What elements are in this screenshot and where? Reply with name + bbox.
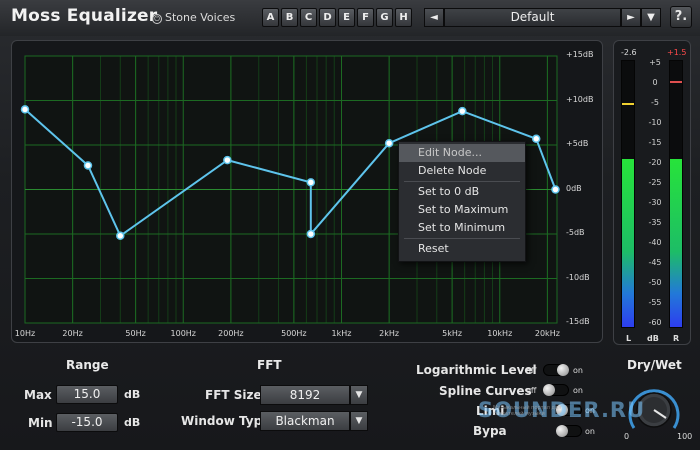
fft-size-label: FFT Size [205,388,262,402]
fft-title: FFT [257,358,282,372]
chevron-down-icon[interactable]: ▼ [350,411,368,431]
range-min-label: Min [28,416,53,430]
meter-scale-label: -10 [648,118,662,127]
freq-label: 2kHz [379,329,400,338]
freq-label: 100Hz [170,329,196,338]
right-peak-marker [670,81,682,83]
left-peak-marker [622,103,634,105]
menu-set-0db[interactable]: Set to 0 dB [399,183,525,201]
left-level-meter [621,60,635,328]
meter-scale-label: -40 [648,238,662,247]
eq-node[interactable] [306,178,316,187]
spline-curves-label: Spline Curves [439,384,532,398]
window-type-value[interactable]: Blackman [260,411,350,431]
meter-scale-label: -45 [648,258,662,267]
freq-label: 10Hz [14,329,36,338]
bypass-on-label: on [585,427,595,436]
db-label: -10dB [566,272,590,282]
freq-label: 5kHz [442,329,463,338]
eq-node[interactable] [458,106,467,116]
meter-scale-label: -60 [648,318,662,327]
toggle-knob [543,384,555,396]
db-label: -15dB [566,317,590,326]
meter-scale-label: +5 [649,58,661,67]
meter-scale-label: -30 [648,198,662,207]
fft-size-select[interactable]: 8192 ▼ [260,385,368,405]
menu-reset[interactable]: Reset [399,240,525,258]
drywet-title: Dry/Wet [627,358,682,372]
node-context-menu: Edit Node... Delete Node Set to 0 dB Set… [398,141,526,262]
spline-on-label: on [573,386,583,395]
drywet-min-label: 0 [624,432,630,441]
meter-right-label: R [673,334,680,343]
menu-edit-node[interactable]: Edit Node... [399,144,525,162]
db-label: -5dB [566,228,585,237]
moss-equalizer-window: Moss Equalizer ⏻ Stone Voices A B C D E F… [0,0,700,450]
eq-node[interactable] [551,185,560,194]
range-max-unit: dB [124,388,141,401]
left-level-fill [622,159,634,327]
right-level-fill [670,159,682,327]
range-max-label: Max [24,388,52,402]
meter-db-label: dB [647,334,659,343]
bypass-toggle[interactable] [556,425,582,437]
drywet-max-label: 100 [677,432,693,441]
db-label: +5dB [566,139,589,148]
bypass-label: Bypa [473,424,507,438]
eq-node[interactable] [384,138,394,148]
freq-label: 200Hz [218,329,244,338]
range-max-field[interactable]: 15.0 [56,385,118,404]
range-min-field[interactable]: -15.0 [56,413,118,432]
chevron-down-icon[interactable]: ▼ [350,385,368,405]
db-label: +10dB [566,94,594,104]
meter-scale-label: -20 [648,158,662,167]
freq-label: 20Hz [62,329,83,338]
meter-scale-label: -25 [648,178,662,187]
right-level-meter [669,60,683,328]
db-label: +15dB [566,50,594,59]
eq-node[interactable] [116,231,125,241]
right-peak-readout[interactable]: +1.5 [667,48,686,57]
eq-node[interactable] [83,161,93,170]
fft-size-value[interactable]: 8192 [260,385,350,405]
menu-separator [404,181,520,182]
log-level-label: Logarithmic Level [416,363,537,377]
eq-node[interactable] [531,134,541,144]
range-min-unit: dB [124,416,141,429]
range-title: Range [66,358,109,372]
log-on-label: on [573,366,583,375]
toggle-knob [557,364,569,376]
freq-label: 50Hz [125,329,146,338]
spline-curves-toggle[interactable] [543,384,569,396]
menu-set-minimum[interactable]: Set to Minimum [399,219,525,237]
spline-off-label: off [526,386,537,395]
meter-scale-label: -50 [648,278,662,287]
meter-left-label: L [626,334,632,343]
freq-label: 10kHz [487,329,513,338]
meter-scale-label: -55 [648,298,662,307]
log-level-toggle[interactable] [543,364,569,376]
meter-scale-label: -35 [648,218,662,227]
meter-scale-label: -5 [651,98,659,107]
toggle-knob [556,425,568,437]
left-peak-readout[interactable]: -2.6 [621,48,637,57]
eq-node[interactable] [223,155,232,165]
meter-scale-label: 0 [652,78,658,87]
watermark-subtext: Музыкальный портал для создателей музыки [493,405,562,417]
freq-label: 20kHz [534,329,560,338]
eq-node[interactable] [20,105,30,114]
menu-set-maximum[interactable]: Set to Maximum [399,201,525,219]
freq-label: 500Hz [281,329,307,338]
menu-separator [404,238,520,239]
log-off-label: off [526,366,537,375]
freq-label: 1kHz [331,329,352,338]
eq-node[interactable] [306,229,316,239]
db-label: 0dB [566,183,582,193]
window-type-select[interactable]: Blackman ▼ [260,411,368,431]
menu-delete-node[interactable]: Delete Node [399,162,525,180]
eq-graph[interactable] [0,0,700,450]
window-type-label: Window Type [181,414,271,428]
meter-scale-label: -15 [648,138,662,147]
